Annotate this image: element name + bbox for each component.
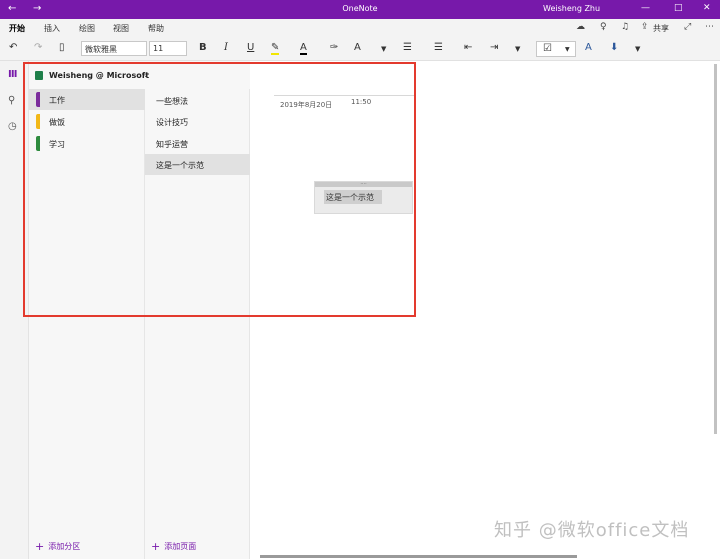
increase-indent-icon[interactable]: ⇥ — [490, 42, 498, 53]
clipboard-icon[interactable]: ▯ — [59, 42, 65, 53]
ribbon-toolbar: ↶ ↷ ▯ 微软雅黑 11 B I U ✎ A ✑ A ▼ ☰ ☰ ⇤ ⇥ ▼ … — [0, 37, 720, 61]
user-name[interactable]: Weisheng Zhu — [543, 4, 600, 13]
styles-icon[interactable]: A — [585, 42, 592, 53]
bell-icon[interactable]: ♫ — [621, 22, 629, 32]
recent-icon[interactable]: ◷ — [8, 121, 17, 132]
tab-insert[interactable]: 插入 — [44, 23, 60, 34]
highlight-annotation-box — [23, 62, 416, 317]
notebooks-icon[interactable]: Ⅲ — [8, 69, 17, 80]
tab-draw[interactable]: 绘图 — [79, 23, 95, 34]
clear-format-icon[interactable]: A — [354, 42, 361, 53]
title-bar: ← → OneNote Weisheng Zhu — □ ✕ — [0, 0, 720, 19]
chevron-down-icon[interactable]: ▼ — [515, 45, 520, 53]
font-name-field[interactable]: 微软雅黑 — [81, 41, 147, 56]
format-painter-icon[interactable]: ✑ — [330, 42, 338, 53]
plus-icon: + — [35, 540, 45, 553]
sync-icon[interactable]: ☁ — [576, 22, 585, 32]
ribbon-tabs: 开始 插入 绘图 视图 帮助 ☁ ♀ ♫ ⇪ 共享 ⤢ ⋯ — [0, 19, 720, 39]
search-icon[interactable]: ⚲ — [8, 95, 15, 106]
bold-icon[interactable]: B — [199, 42, 207, 53]
fullscreen-icon[interactable]: ⤢ — [684, 22, 691, 32]
tab-view[interactable]: 视图 — [113, 23, 129, 34]
vertical-scrollbar[interactable] — [714, 64, 717, 434]
tab-help[interactable]: 帮助 — [148, 23, 164, 34]
chevron-down-icon[interactable]: ▼ — [381, 45, 386, 53]
share-button[interactable]: 共享 — [653, 23, 669, 34]
close-icon[interactable]: ✕ — [703, 3, 711, 13]
decrease-indent-icon[interactable]: ⇤ — [464, 42, 472, 53]
find-tags-icon[interactable]: ⬇ — [610, 42, 618, 53]
font-color-icon[interactable]: A — [300, 42, 307, 55]
maximize-icon[interactable]: □ — [674, 3, 683, 13]
plus-icon: + — [151, 540, 161, 553]
chevron-down-icon: ▼ — [565, 46, 570, 53]
undo-icon[interactable]: ↶ — [9, 42, 17, 53]
lightbulb-icon[interactable]: ♀ — [600, 22, 607, 32]
minimize-icon[interactable]: — — [641, 3, 650, 13]
bullets-icon[interactable]: ☰ — [403, 42, 412, 53]
underline-icon[interactable]: U — [247, 42, 254, 53]
add-page-button[interactable]: + 添加页面 — [151, 540, 196, 553]
todo-tag-button[interactable]: ☑ ▼ — [536, 41, 576, 57]
redo-icon[interactable]: ↷ — [34, 42, 42, 53]
share-icon[interactable]: ⇪ — [641, 22, 649, 32]
chevron-down-icon[interactable]: ▼ — [635, 45, 640, 53]
horizontal-scrollbar[interactable] — [260, 555, 577, 558]
font-size-field[interactable]: 11 — [149, 41, 187, 56]
watermark: 知乎 @微软office文档 — [494, 520, 690, 541]
highlight-icon[interactable]: ✎ — [271, 42, 280, 55]
app-title: OneNote — [342, 4, 378, 13]
add-section-label: 添加分区 — [48, 542, 81, 551]
more-icon[interactable]: ⋯ — [705, 22, 714, 32]
numbering-icon[interactable]: ☰ — [434, 42, 443, 53]
add-section-button[interactable]: + 添加分区 — [35, 540, 80, 553]
checkbox-icon: ☑ — [543, 43, 552, 54]
add-page-label: 添加页面 — [164, 542, 197, 551]
italic-icon[interactable]: I — [224, 42, 228, 53]
tab-home[interactable]: 开始 — [9, 23, 25, 39]
